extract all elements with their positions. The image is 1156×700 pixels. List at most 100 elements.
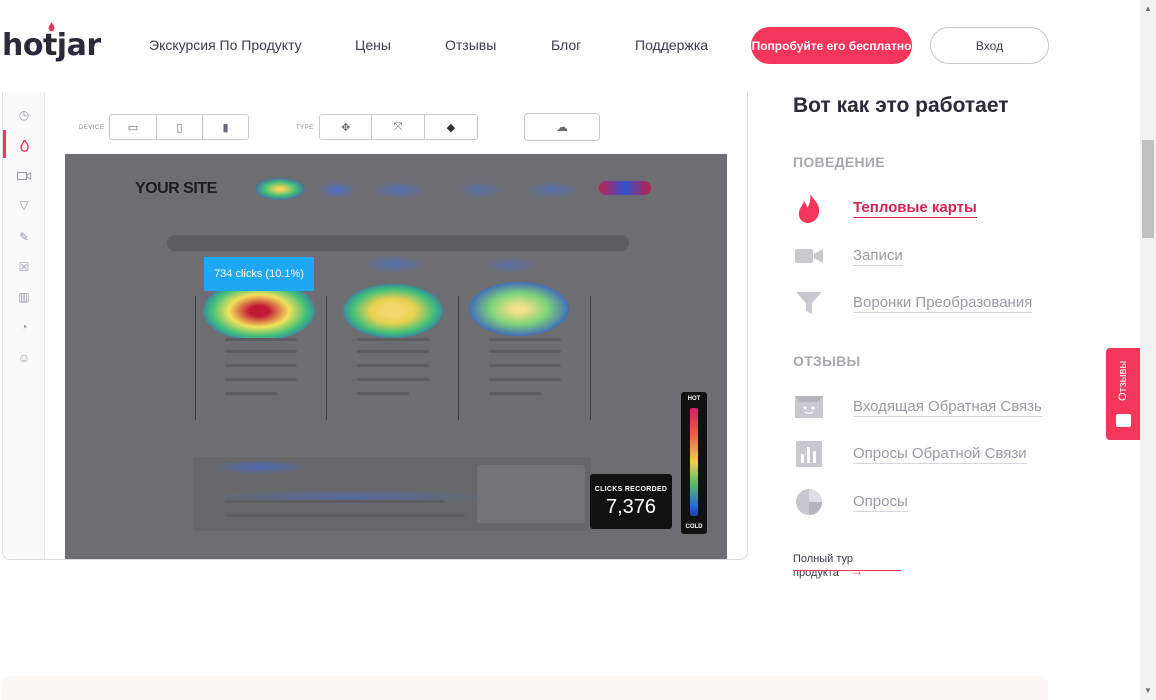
feature-incoming-feedback[interactable]: Входящая Обратная Связь	[793, 391, 1053, 423]
nav-blog[interactable]: Блог	[551, 37, 581, 53]
feedback-tab-label: Отзывы	[1117, 360, 1129, 402]
desktop-device-icon[interactable]: ▭	[110, 115, 157, 139]
polls-chart-icon[interactable]: ▥	[16, 289, 32, 305]
heatmap-stage: YOUR SITE 734 clicks (10.1%) CLICKS RECO…	[65, 154, 727, 559]
feedback-side-tab[interactable]: Отзывы	[1106, 348, 1140, 440]
section-behavior-heading: ПОВЕДЕНИЕ	[793, 154, 885, 170]
pie-chart-icon	[793, 488, 825, 516]
type-selector: ✥ ⤧ ◆	[319, 114, 478, 140]
nav-support[interactable]: Поддержка	[635, 37, 708, 53]
mock-text-line	[489, 378, 561, 381]
forms-edit-icon[interactable]: ✎	[16, 229, 32, 245]
clicks-recorded-label: CLICKS RECORDED	[594, 486, 668, 493]
dashboard-gauge-icon[interactable]: ◷	[16, 107, 32, 123]
heat-blob	[215, 460, 305, 474]
heat-blob	[365, 256, 425, 272]
mobile-device-icon[interactable]: ▮	[203, 115, 248, 139]
video-camera-icon	[793, 242, 825, 270]
mock-text-line	[225, 378, 297, 381]
mock-text-line	[225, 500, 445, 503]
logo-flame-icon	[48, 22, 55, 32]
scale-hot-label: HOT	[687, 396, 701, 402]
click-type-icon[interactable]: ✥	[320, 115, 373, 139]
mock-text-line	[225, 350, 297, 353]
feedback-icon[interactable]: ☒	[16, 259, 32, 275]
feature-label: Входящая Обратная Связь	[853, 398, 1042, 417]
mock-text-line	[225, 364, 297, 367]
mock-text-line	[357, 364, 429, 367]
heat-blob	[343, 284, 443, 338]
download-cloud-button[interactable]: ☁	[524, 113, 600, 141]
bar-chart-icon	[793, 440, 825, 468]
move-type-icon[interactable]: ⤧	[372, 115, 425, 139]
site-logo-text: YOUR SITE	[135, 180, 217, 197]
mock-image-placeholder	[477, 465, 585, 523]
panel-title: Вот как это работает	[793, 94, 1009, 117]
scroll-down-arrow-icon[interactable]: ▼	[1143, 686, 1153, 696]
column-divider	[458, 296, 459, 420]
heat-blob	[255, 178, 305, 200]
sidebar-active-indicator	[3, 130, 6, 158]
feature-funnels[interactable]: Воронки Преобразования	[793, 287, 1053, 319]
feature-label: Записи	[853, 247, 903, 266]
feedback-face-icon	[793, 393, 825, 421]
scroll-up-arrow-icon[interactable]: ▲	[1143, 4, 1153, 14]
feature-label: Опросы Обратной Связи	[853, 445, 1027, 464]
heat-blob	[485, 258, 535, 272]
app-sidebar: ◷ ▽ ✎ ☒ ▥ ◔ ☺	[3, 92, 45, 559]
surveys-pie-icon[interactable]: ◔	[16, 319, 32, 335]
feature-label: Опросы	[853, 493, 908, 512]
nav-reviews[interactable]: Отзывы	[445, 37, 496, 53]
section-feedback-heading: ОТЗЫВЫ	[793, 353, 861, 369]
nav-pricing[interactable]: Цены	[355, 37, 391, 53]
scrollbar-thumb[interactable]	[1142, 140, 1154, 238]
scroll-type-icon[interactable]: ◆	[425, 115, 477, 139]
scale-cold-label: COLD	[685, 524, 703, 530]
mock-text-line	[357, 350, 429, 353]
mock-text-line	[225, 338, 297, 341]
heat-blob	[373, 182, 423, 198]
scale-gradient	[690, 408, 698, 516]
tablet-device-icon[interactable]: ▯	[157, 115, 203, 139]
column-divider	[326, 296, 327, 420]
feature-heatmaps[interactable]: Тепловые карты	[793, 192, 1053, 224]
site-header: hotjar Экскурсия По Продукту Цены Отзывы…	[0, 0, 1140, 92]
flame-icon	[793, 194, 825, 223]
heatmap-flame-icon[interactable]	[16, 138, 32, 154]
mock-text-line	[489, 392, 541, 395]
heat-cta-blob	[599, 181, 651, 195]
nav-product-tour[interactable]: Экскурсия По Продукту	[149, 37, 302, 53]
device-label: DEVICE	[79, 125, 105, 131]
funnels-icon[interactable]: ▽	[16, 197, 32, 213]
feature-label: Воронки Преобразования	[853, 294, 1033, 313]
hotjar-logo[interactable]: hotjar	[2, 22, 101, 63]
users-icon[interactable]: ☺	[16, 350, 32, 366]
try-free-button[interactable]: Попробуйте его бесплатно	[751, 27, 912, 64]
feature-feedback-polls[interactable]: Опросы Обратной Связи	[793, 438, 1053, 470]
heat-blob	[469, 282, 569, 336]
mock-text-line	[357, 392, 409, 395]
logo-text: hotjar	[2, 28, 101, 63]
login-button[interactable]: Вход	[930, 27, 1049, 64]
next-section-band	[2, 676, 1048, 700]
mock-text-line	[489, 364, 561, 367]
column-divider	[195, 296, 196, 420]
recordings-camera-icon[interactable]	[16, 168, 32, 184]
mock-text-line	[489, 350, 561, 353]
heat-blob	[320, 182, 354, 198]
heat-blob	[460, 182, 500, 198]
page-scrollbar[interactable]	[1140, 0, 1156, 700]
feature-recordings[interactable]: Записи	[793, 240, 1053, 272]
tour-underline	[793, 570, 901, 571]
arrow-right-icon: →	[851, 564, 863, 578]
column-divider	[590, 296, 591, 420]
device-selector: ▭ ▯ ▮	[109, 114, 249, 140]
heat-blob	[527, 182, 577, 198]
mock-search-bar	[167, 235, 629, 251]
clicks-recorded-value: 7,376	[605, 496, 657, 518]
heat-scale-legend: HOT COLD	[681, 392, 707, 534]
mock-text-line	[225, 514, 465, 517]
mock-text-line	[489, 338, 561, 341]
feature-label: Тепловые карты	[853, 199, 977, 218]
feature-surveys[interactable]: Опросы	[793, 486, 1053, 518]
